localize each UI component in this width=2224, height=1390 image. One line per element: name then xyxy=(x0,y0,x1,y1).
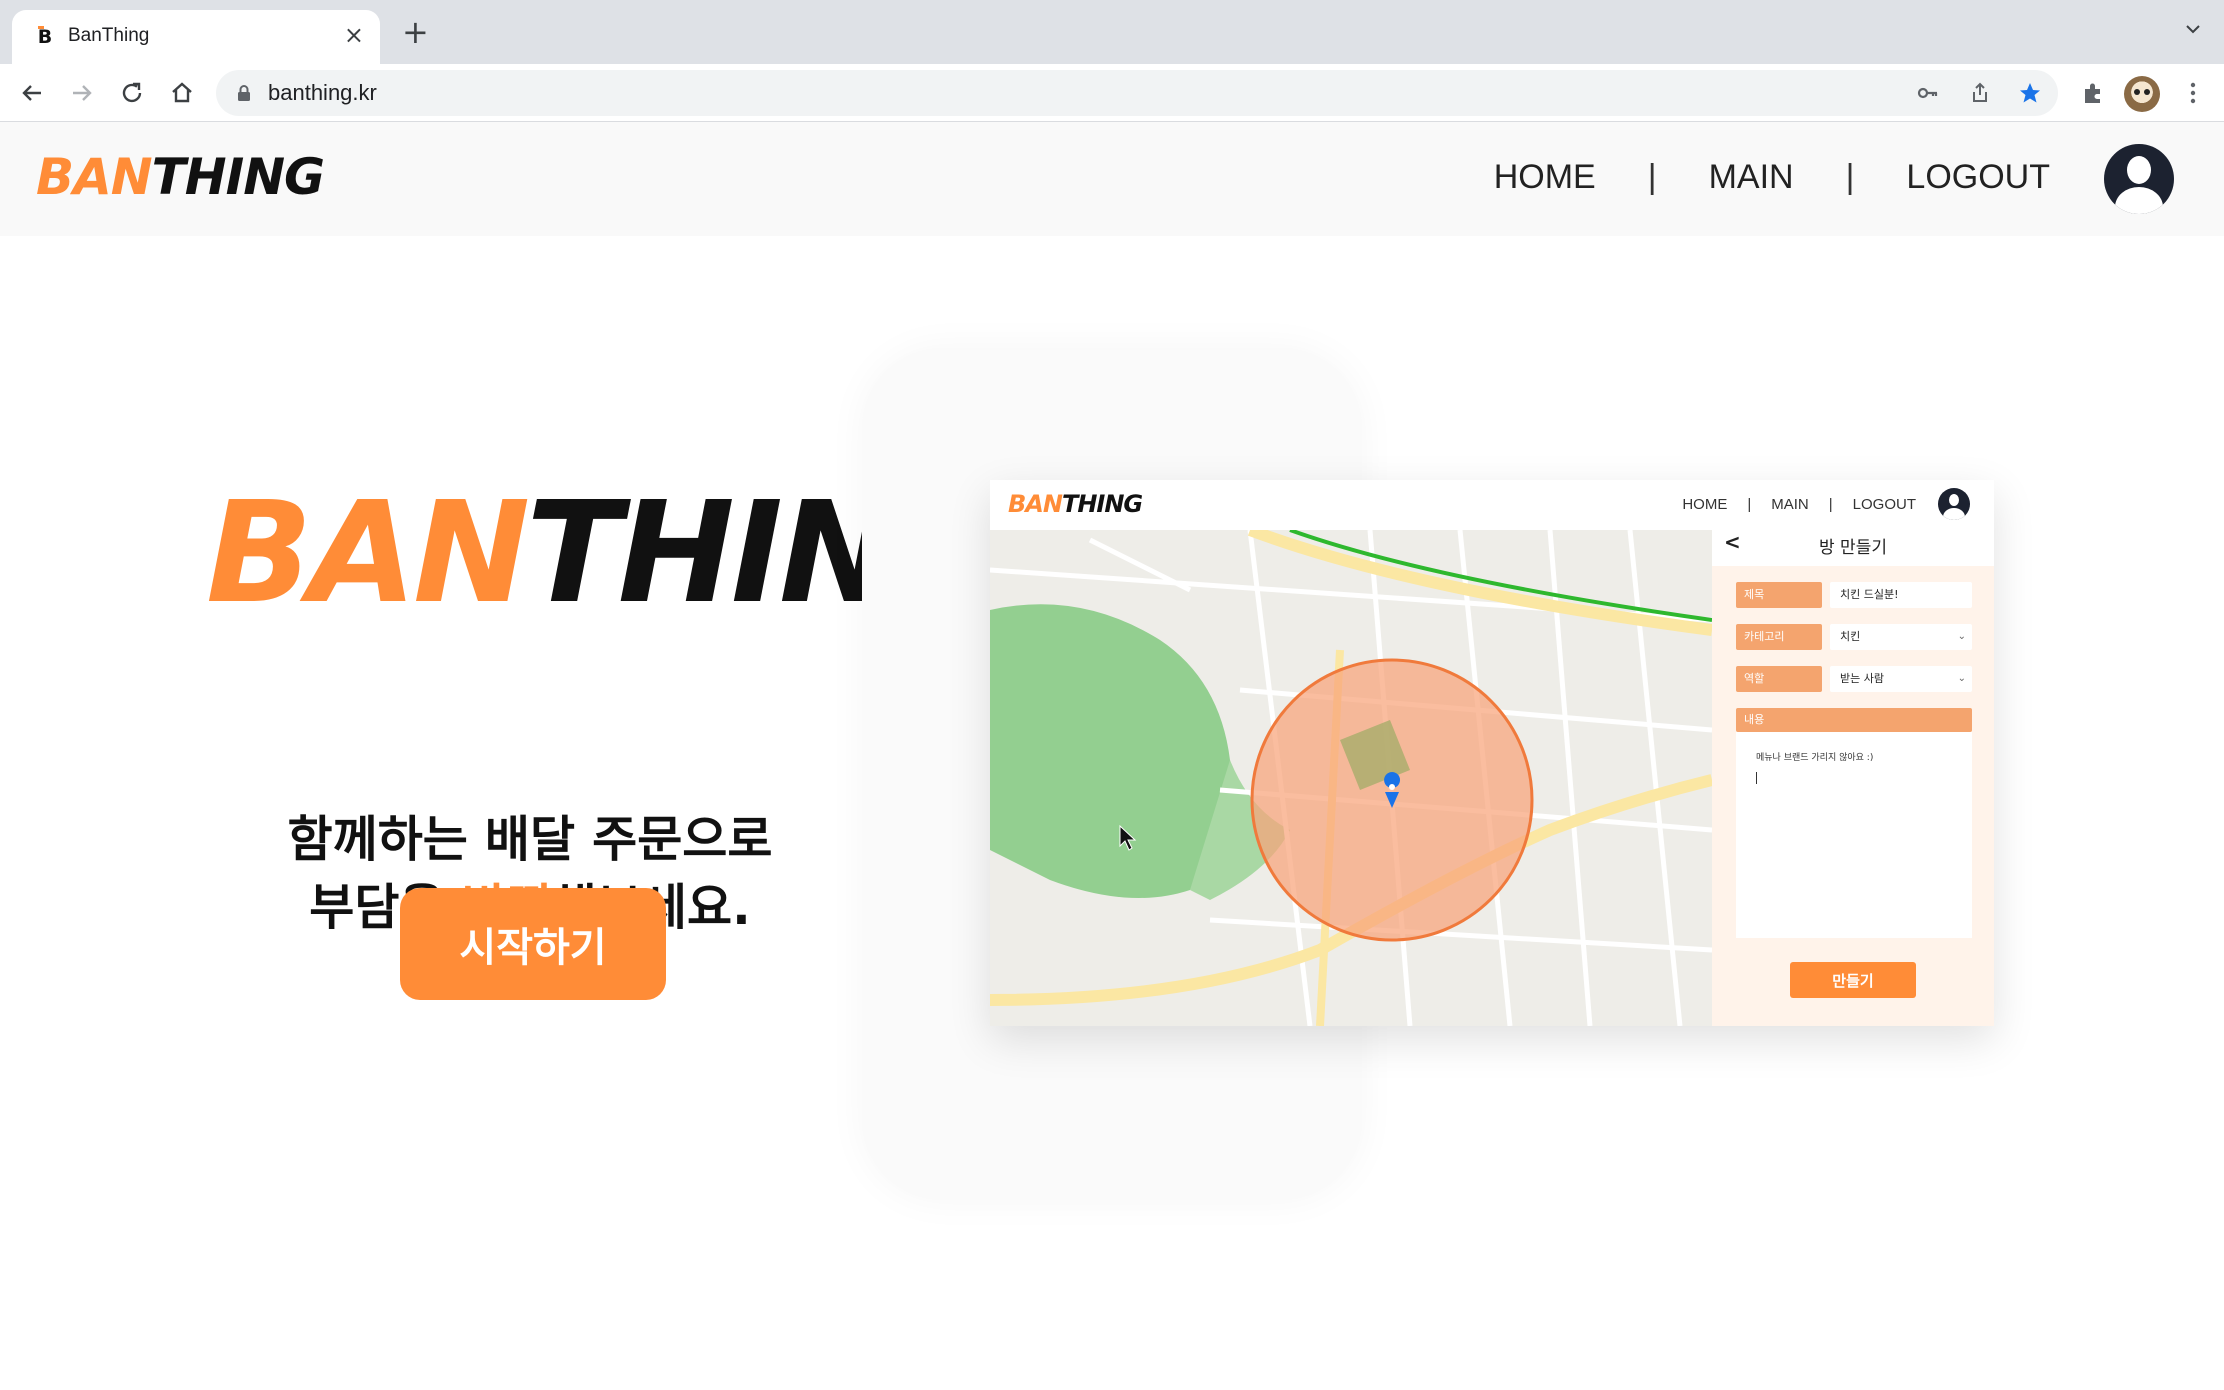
create-room-title: 방 만들기 xyxy=(1712,530,1994,566)
banthing-page: BANTHING HOME | MAIN | LOGOUT BANTHING 함… xyxy=(0,122,2224,1390)
field-title: 제목 치킨 드실분! xyxy=(1736,582,1972,608)
site-logo[interactable]: BANTHING xyxy=(36,148,325,206)
preview-map xyxy=(990,530,1712,1026)
tab-list-chevron-icon[interactable] xyxy=(2184,20,2202,38)
preview-avatar-icon xyxy=(1938,488,1970,520)
preview-nav-logout: LOGOUT xyxy=(1852,496,1916,513)
address-bar[interactable]: banthing.kr xyxy=(216,70,2058,116)
content-label: 내용 xyxy=(1736,708,1972,732)
browser-toolbar: banthing.kr xyxy=(0,64,2224,122)
bookmark-star-icon[interactable] xyxy=(2018,81,2042,105)
dropdown-caret-icon: ⌄ xyxy=(1957,631,1966,642)
share-icon[interactable] xyxy=(1968,81,1992,105)
text-cursor xyxy=(1756,772,1757,784)
back-chevron-icon: < xyxy=(1724,530,1741,554)
preview-logo: BANTHING xyxy=(1008,490,1143,518)
forward-icon[interactable] xyxy=(66,77,98,109)
preview-nav-home: HOME xyxy=(1682,496,1728,513)
map-illustration xyxy=(990,530,1712,1026)
preview-nav-main: MAIN xyxy=(1771,496,1809,513)
field-role: 역할 받는 사람 ⌄ xyxy=(1736,666,1972,692)
browser-tab[interactable]: B BanThing × xyxy=(12,10,380,64)
key-icon[interactable] xyxy=(1916,81,1940,105)
nav-separator: | xyxy=(1647,158,1657,196)
dropdown-caret-icon: ⌄ xyxy=(1957,673,1966,684)
reload-icon[interactable] xyxy=(116,77,148,109)
user-avatar-icon[interactable] xyxy=(2104,144,2174,214)
new-tab-button[interactable]: + xyxy=(402,16,429,48)
hero-tagline-line1: 함께하는 배달 주문으로 xyxy=(287,811,773,868)
preview-header: BANTHING HOME | MAIN | LOGOUT xyxy=(990,480,1994,530)
profile-avatar[interactable] xyxy=(2124,76,2160,112)
main-nav: HOME | MAIN | LOGOUT xyxy=(1494,158,2050,197)
nav-separator: | xyxy=(1845,158,1855,196)
home-icon[interactable] xyxy=(166,77,198,109)
nav-logout-link[interactable]: LOGOUT xyxy=(1906,158,2050,197)
start-button[interactable]: 시작하기 xyxy=(400,888,666,1000)
banthing-favicon-icon: B xyxy=(34,26,56,48)
tab-title: BanThing xyxy=(68,25,150,46)
browser-tab-strip: B BanThing × + xyxy=(0,0,2224,64)
more-menu-icon[interactable] xyxy=(2180,80,2206,106)
nav-home-link[interactable]: HOME xyxy=(1494,158,1596,197)
back-icon[interactable] xyxy=(16,77,48,109)
app-preview-image: BANTHING HOME | MAIN | LOGOUT 방 만들기 < 제목… xyxy=(990,480,1994,1026)
tab-close-icon[interactable]: × xyxy=(344,23,364,47)
extensions-icon[interactable] xyxy=(2080,80,2106,106)
site-header: BANTHING HOME | MAIN | LOGOUT xyxy=(0,122,2224,236)
url-text[interactable]: banthing.kr xyxy=(268,80,377,106)
lock-icon[interactable] xyxy=(236,84,252,102)
create-room-panel: 방 만들기 < 제목 치킨 드실분! 카테고리 치킨 ⌄ 역할 받는 사람 ⌄ 내용… xyxy=(1712,530,1994,1026)
content-textarea: 메뉴나 브랜드 가리지 않아요 :) xyxy=(1736,732,1972,938)
preview-nav: HOME | MAIN | LOGOUT xyxy=(1682,496,1916,513)
nav-main-link[interactable]: MAIN xyxy=(1709,158,1794,197)
field-category: 카테고리 치킨 ⌄ xyxy=(1736,624,1972,650)
preview-make-button: 만들기 xyxy=(1790,962,1916,998)
